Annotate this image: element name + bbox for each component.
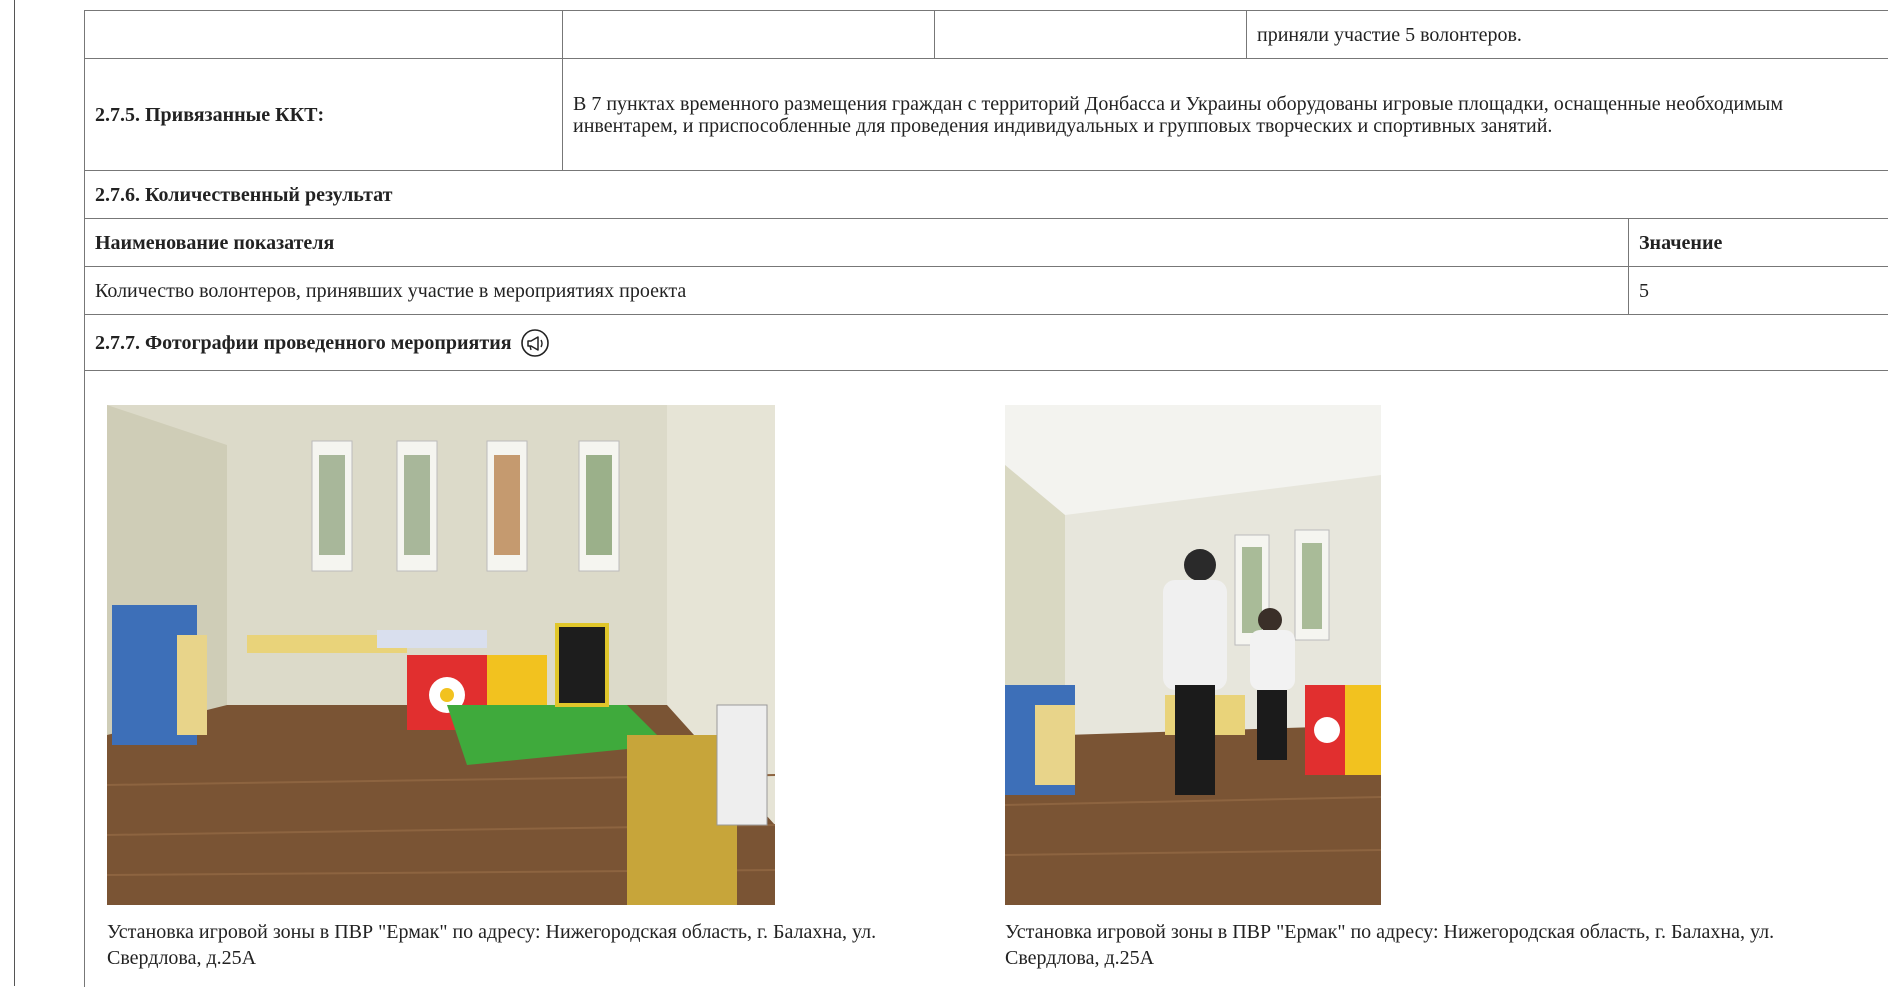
table-cell-empty-1 (85, 11, 563, 58)
playroom-photo-1 (107, 405, 775, 905)
photos-heading-row: 2.7.7. Фотографии проведенного мероприят… (85, 315, 1888, 371)
photos-heading: 2.7.7. Фотографии проведенного мероприят… (85, 315, 1888, 370)
event-photo-1 (107, 405, 775, 905)
document-table: приняли участие 5 волонтеров. 2.7.5. При… (84, 10, 1888, 987)
indicator-value: 5 (1639, 279, 1649, 302)
megaphone-icon (520, 328, 549, 357)
col-header-value: Значение (1639, 231, 1723, 254)
event-photo-2 (1005, 405, 1381, 905)
photos-area: Установка игровой зоны в ПВР "Ермак" по … (85, 367, 1888, 987)
page-margin-line (14, 0, 15, 986)
indicator-name: Количество волонтеров, принявших участие… (85, 267, 1629, 314)
table-row: Количество волонтеров, принявших участие… (85, 267, 1888, 315)
kkt-row: 2.7.5. Привязанные ККТ: В 7 пунктах врем… (85, 59, 1888, 171)
photo-caption-1: Установка игровой зоны в ПВР "Ермак" по … (107, 921, 877, 969)
playroom-photo-2 (1005, 405, 1381, 905)
col-header-name: Наименование показателя (85, 219, 1629, 266)
kkt-text: В 7 пунктах временного размещения гражда… (573, 92, 1783, 137)
photo-caption-2: Установка игровой зоны в ПВР "Ермак" по … (1005, 921, 1775, 969)
quant-heading: 2.7.6. Количественный результат (95, 183, 393, 206)
table-cell-volunteers-note: приняли участие 5 волонтеров. (1257, 23, 1522, 46)
photos-heading-text: 2.7.7. Фотографии проведенного мероприят… (95, 331, 512, 354)
table-row-top: приняли участие 5 волонтеров. (85, 11, 1888, 59)
kkt-label: 2.7.5. Привязанные ККТ: (85, 59, 563, 170)
quant-heading-row: 2.7.6. Количественный результат (85, 171, 1888, 219)
table-cell-empty-2 (563, 11, 935, 58)
table-cell-empty-3 (935, 11, 1247, 58)
quant-header-row: Наименование показателя Значение (85, 219, 1888, 267)
